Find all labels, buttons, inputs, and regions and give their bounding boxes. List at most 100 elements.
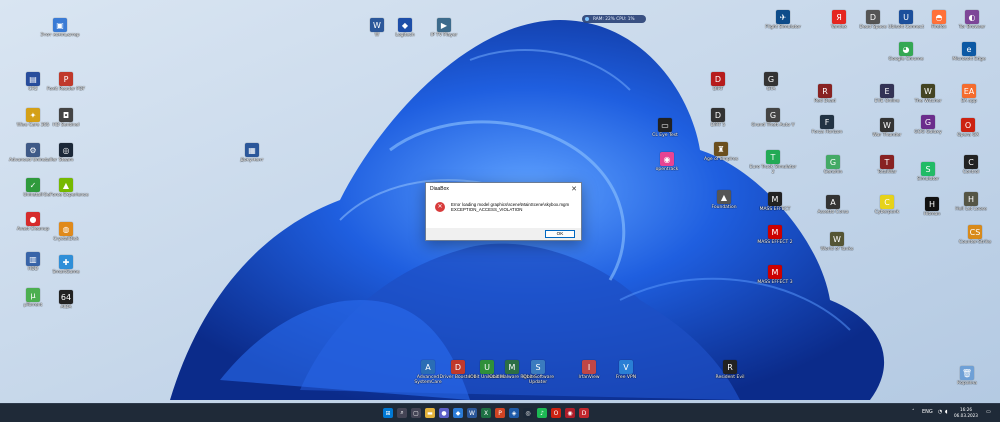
taskbar-office-icon[interactable]: P bbox=[495, 408, 505, 418]
taskbar-explorer-icon[interactable]: ▬ bbox=[425, 408, 435, 418]
desktop-icon-cl[interactable]: ▭ CL Eye Test bbox=[640, 118, 690, 138]
taskbar-word-icon[interactable]: W bbox=[467, 408, 477, 418]
desktop-icon-geforce[interactable]: ▲ GeForce Experience bbox=[41, 178, 91, 198]
desktop-icon-origin[interactable]: EA EA app bbox=[944, 84, 994, 104]
found-icon: ▲ bbox=[717, 190, 731, 204]
desktop-icon-dirt2[interactable]: D DiRT 5 bbox=[693, 108, 743, 128]
desktop-icon-ip[interactable]: ▶ IP TV Player bbox=[419, 18, 469, 38]
notification-icon[interactable]: ▭ bbox=[986, 409, 991, 415]
desktop-icon-label: Microsoft Edge bbox=[952, 57, 986, 62]
desktop-icon-label: Документ bbox=[240, 158, 264, 163]
desktop-icon-tor[interactable]: ◐ Tor Browser bbox=[947, 10, 997, 30]
cl-icon: ▭ bbox=[658, 118, 672, 132]
ok-button[interactable]: OK bbox=[545, 230, 575, 238]
desktop-icon-gta1[interactable]: G GTA bbox=[746, 72, 796, 92]
taskbar-app-red-icon[interactable]: ◉ bbox=[565, 408, 575, 418]
monitor-dot-icon bbox=[585, 17, 589, 21]
me2-icon: M bbox=[768, 225, 782, 239]
desktop-icon-net[interactable]: ▣ Этот компьютер bbox=[35, 18, 85, 38]
desktop-icon-me3[interactable]: M MASS EFFECT 3 bbox=[750, 265, 800, 285]
desktop-icon-steam[interactable]: ◎ Steam bbox=[41, 143, 91, 163]
desktop-icon-cyber[interactable]: C Cyberpunk bbox=[862, 195, 912, 215]
desktop-icon-gog[interactable]: G GOG Galaxy bbox=[903, 115, 953, 135]
desktop-icon-bin[interactable]: 🗑 Корзина bbox=[942, 366, 992, 386]
desktop-icon-aoe[interactable]: ♜ Age of Empires bbox=[696, 142, 746, 162]
desktop-icon-wot[interactable]: W World of Tanks bbox=[812, 232, 862, 252]
desktop-icon-re[interactable]: R Resident Evil bbox=[705, 360, 755, 380]
system-monitor-widget: RAM: 22% CPU: 1% bbox=[582, 15, 646, 23]
desktop-icon-fh[interactable]: F Forza Horizon bbox=[802, 115, 852, 135]
desktop-icon-dirt[interactable]: D DiRT bbox=[693, 72, 743, 92]
wot-icon: W bbox=[830, 232, 844, 246]
desktop-icon-vpn[interactable]: V Free VPN bbox=[601, 360, 651, 380]
desktop-icon-hll[interactable]: H Hell Let Loose bbox=[946, 192, 996, 212]
taskbar-start-icon[interactable]: ⊞ bbox=[383, 408, 393, 418]
desktop-icon-found[interactable]: ▲ Foundation bbox=[699, 190, 749, 210]
taskbar-game-red-icon[interactable]: D bbox=[579, 408, 589, 418]
desktop-icon-edge[interactable]: e Microsoft Edge bbox=[944, 42, 994, 62]
tor-icon: ◐ bbox=[965, 10, 979, 24]
taskbar-excel-icon[interactable]: X bbox=[481, 408, 491, 418]
geforce-icon: ▲ bbox=[59, 178, 73, 192]
desktop-icon-label: Resident Evil bbox=[715, 375, 745, 380]
desktop-icon-label: Foxit Reader PDF bbox=[46, 87, 86, 92]
eve-icon: E bbox=[880, 84, 894, 98]
taskbar-music-icon[interactable]: ♪ bbox=[537, 408, 547, 418]
tray-chevron-icon[interactable]: ˄ bbox=[912, 409, 915, 415]
desktop-icon-foxit[interactable]: P Foxit Reader PDF bbox=[41, 72, 91, 92]
desktop-icon-iobit[interactable]: S IObit Software Updater bbox=[513, 360, 563, 385]
chrome-icon: ◕ bbox=[899, 42, 913, 56]
close-icon[interactable]: ✕ bbox=[571, 186, 577, 193]
desktop-icon-gen[interactable]: G Genshin bbox=[808, 155, 858, 175]
taskbar-steam-icon[interactable]: ◎ bbox=[523, 408, 533, 418]
desktop-icon-msfs[interactable]: ✈ Flight Simulator bbox=[758, 10, 808, 30]
desktop-icon-aida[interactable]: 64 AIDA bbox=[41, 290, 91, 310]
wise-icon: ✦ bbox=[26, 108, 40, 122]
desktop-icon-label: EVE Online bbox=[874, 99, 900, 104]
net-icon: ▣ bbox=[53, 18, 67, 32]
clock-date: 06.03.2023 bbox=[954, 413, 978, 418]
desktop-icon-crystal[interactable]: ◍ CrystalDisk bbox=[41, 222, 91, 242]
desktop-icon-ets[interactable]: T Euro Truck Simulator 2 bbox=[748, 150, 798, 175]
desktop-icon-hd[interactable]: ◘ HD Sentinel bbox=[41, 108, 91, 128]
desktop-icon-control[interactable]: C Control bbox=[946, 155, 996, 175]
desktop-icon-smart[interactable]: ✚ SmartGame bbox=[41, 255, 91, 275]
dirt-icon: D bbox=[711, 72, 725, 86]
ets-icon: T bbox=[766, 150, 780, 164]
desktop-icon-label: SmartGame bbox=[52, 270, 80, 275]
desktop-icon-ac[interactable]: A Assetto Corsa bbox=[808, 195, 858, 215]
desktop-icon-label: IObit Software Updater bbox=[521, 375, 554, 385]
volume-icon[interactable]: ◖ bbox=[945, 409, 948, 415]
desktop-icon-label: Foundation bbox=[711, 205, 737, 210]
clock[interactable]: 16:26 06.03.2023 bbox=[954, 407, 978, 419]
taskbar-search-icon[interactable]: ⌕ bbox=[397, 408, 407, 418]
cs-icon: CS bbox=[968, 225, 982, 239]
desktop-icon-ds[interactable]: D Dead Space bbox=[848, 10, 898, 30]
taskbar-app-blue-icon[interactable]: ◆ bbox=[453, 408, 463, 418]
desktop-icon-label: AIDA bbox=[60, 305, 72, 310]
desktop-icon-label: DiRT bbox=[712, 87, 724, 92]
taskbar-defender-icon[interactable]: ◈ bbox=[509, 408, 519, 418]
sim-icon: S bbox=[921, 162, 935, 176]
desktop-icon-label: MASS EFFECT 3 bbox=[757, 280, 793, 285]
aida-icon: 64 bbox=[59, 290, 73, 304]
desktop-icon-rdr[interactable]: R Red Dead bbox=[800, 84, 850, 104]
network-icon[interactable]: ◔ bbox=[938, 409, 942, 415]
taskbar-taskview-icon[interactable]: ▢ bbox=[411, 408, 421, 418]
taskbar-opera-icon[interactable]: O bbox=[551, 408, 561, 418]
witcher-icon: W bbox=[921, 84, 935, 98]
desktop-icon-doc[interactable]: ▦ Документ bbox=[227, 143, 277, 163]
dialog-titlebar[interactable]: DiaaBox ✕ bbox=[426, 183, 581, 195]
desktop-icon-chrome[interactable]: ◕ Google Chrome bbox=[881, 42, 931, 62]
desktop-icon-me1[interactable]: M MASS EFFECT bbox=[750, 192, 800, 212]
desktop-icon-label: Корзина bbox=[957, 381, 977, 386]
language-indicator[interactable]: ENG bbox=[922, 409, 933, 415]
desktop-icon-cs[interactable]: CS Counter-Strike bbox=[950, 225, 1000, 245]
uninstall-icon: ✓ bbox=[26, 178, 40, 192]
desktop-icon-label: MASS EFFECT 2 bbox=[757, 240, 793, 245]
desktop-icon-gta2[interactable]: G Grand Theft Auto V bbox=[748, 108, 798, 128]
taskbar-chat-icon[interactable]: ● bbox=[439, 408, 449, 418]
uplay-icon: U bbox=[899, 10, 913, 24]
desktop-icon-me2[interactable]: M MASS EFFECT 2 bbox=[750, 225, 800, 245]
desktop-icon-opentrack[interactable]: ◉ opentrack bbox=[642, 152, 692, 172]
